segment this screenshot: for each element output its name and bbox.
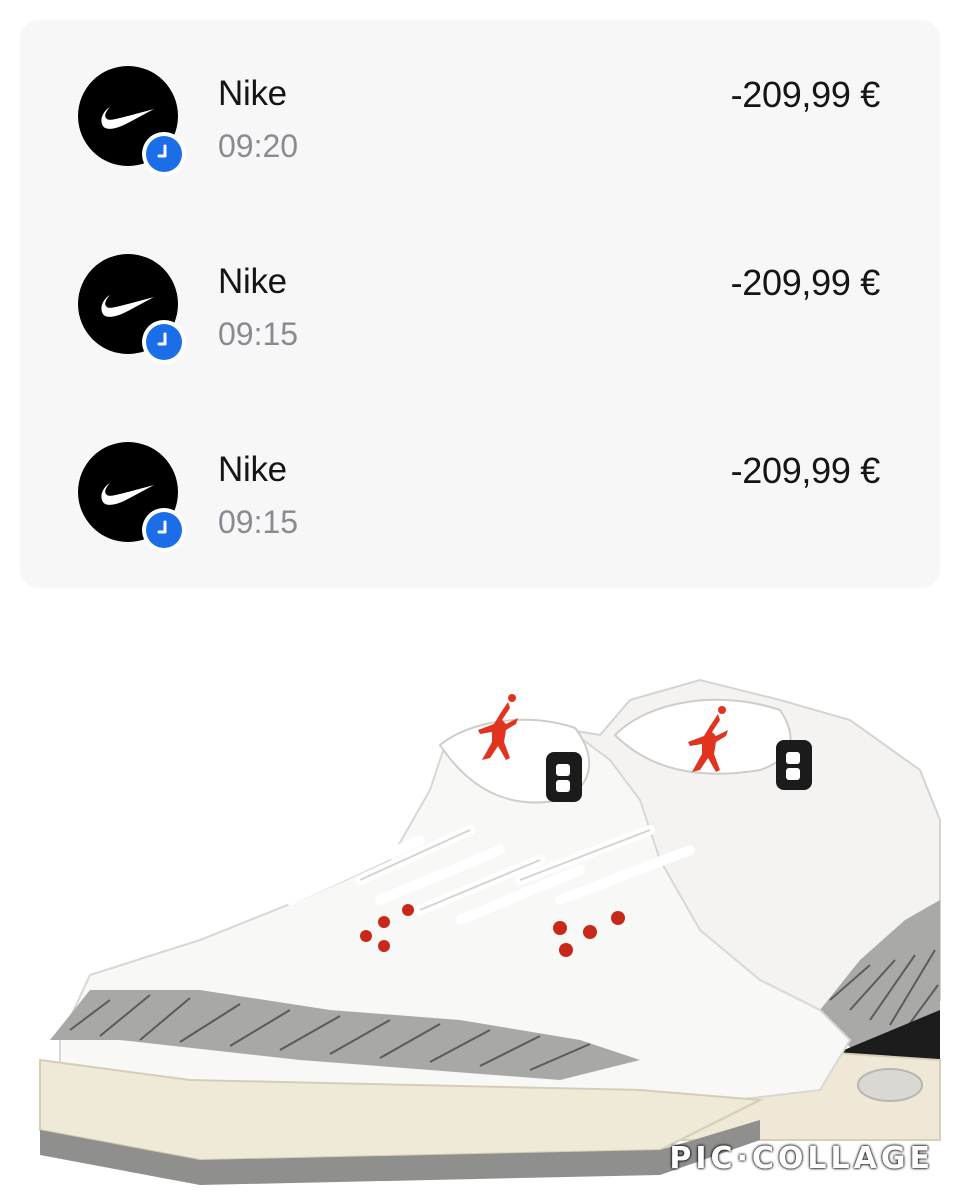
- air-window: [857, 1068, 923, 1102]
- transaction-row[interactable]: Nike 09:20 -209,99 €: [20, 64, 940, 194]
- nike-swoosh-icon: [101, 483, 154, 505]
- front-heel-tag: [546, 752, 582, 802]
- pending-status-badge: [142, 132, 186, 176]
- clock-icon: [157, 144, 167, 158]
- sneaker-illustration: [39, 678, 941, 1185]
- transaction-amount: -209,99 €: [730, 262, 881, 303]
- transactions-card: Nike 09:20 -209,99 € Nike 09:15 -209,99 …: [20, 20, 940, 588]
- transaction-row[interactable]: Nike 09:15 -209,99 €: [20, 440, 940, 570]
- transaction-amount: -209,99 €: [730, 74, 881, 115]
- merchant-name: Nike: [218, 262, 287, 301]
- sneaker-photo: PIC·COLLAGE: [0, 620, 960, 1200]
- nike-swoosh-icon: [101, 295, 154, 317]
- transaction-time: 09:20: [218, 128, 299, 164]
- merchant-name: Nike: [218, 450, 287, 489]
- transaction-amount: -209,99 €: [730, 450, 881, 491]
- transaction-time: 09:15: [218, 504, 299, 540]
- pic-collage-watermark: PIC·COLLAGE: [669, 1141, 934, 1176]
- clock-icon: [157, 520, 167, 534]
- merchant-name: Nike: [218, 74, 287, 113]
- rear-heel-tag: [776, 740, 812, 790]
- pending-status-badge: [142, 508, 186, 552]
- nike-swoosh-icon: [101, 107, 154, 129]
- transaction-row[interactable]: Nike 09:15 -209,99 €: [20, 252, 940, 382]
- pending-status-badge: [142, 320, 186, 364]
- clock-icon: [157, 332, 167, 346]
- transaction-time: 09:15: [218, 316, 299, 352]
